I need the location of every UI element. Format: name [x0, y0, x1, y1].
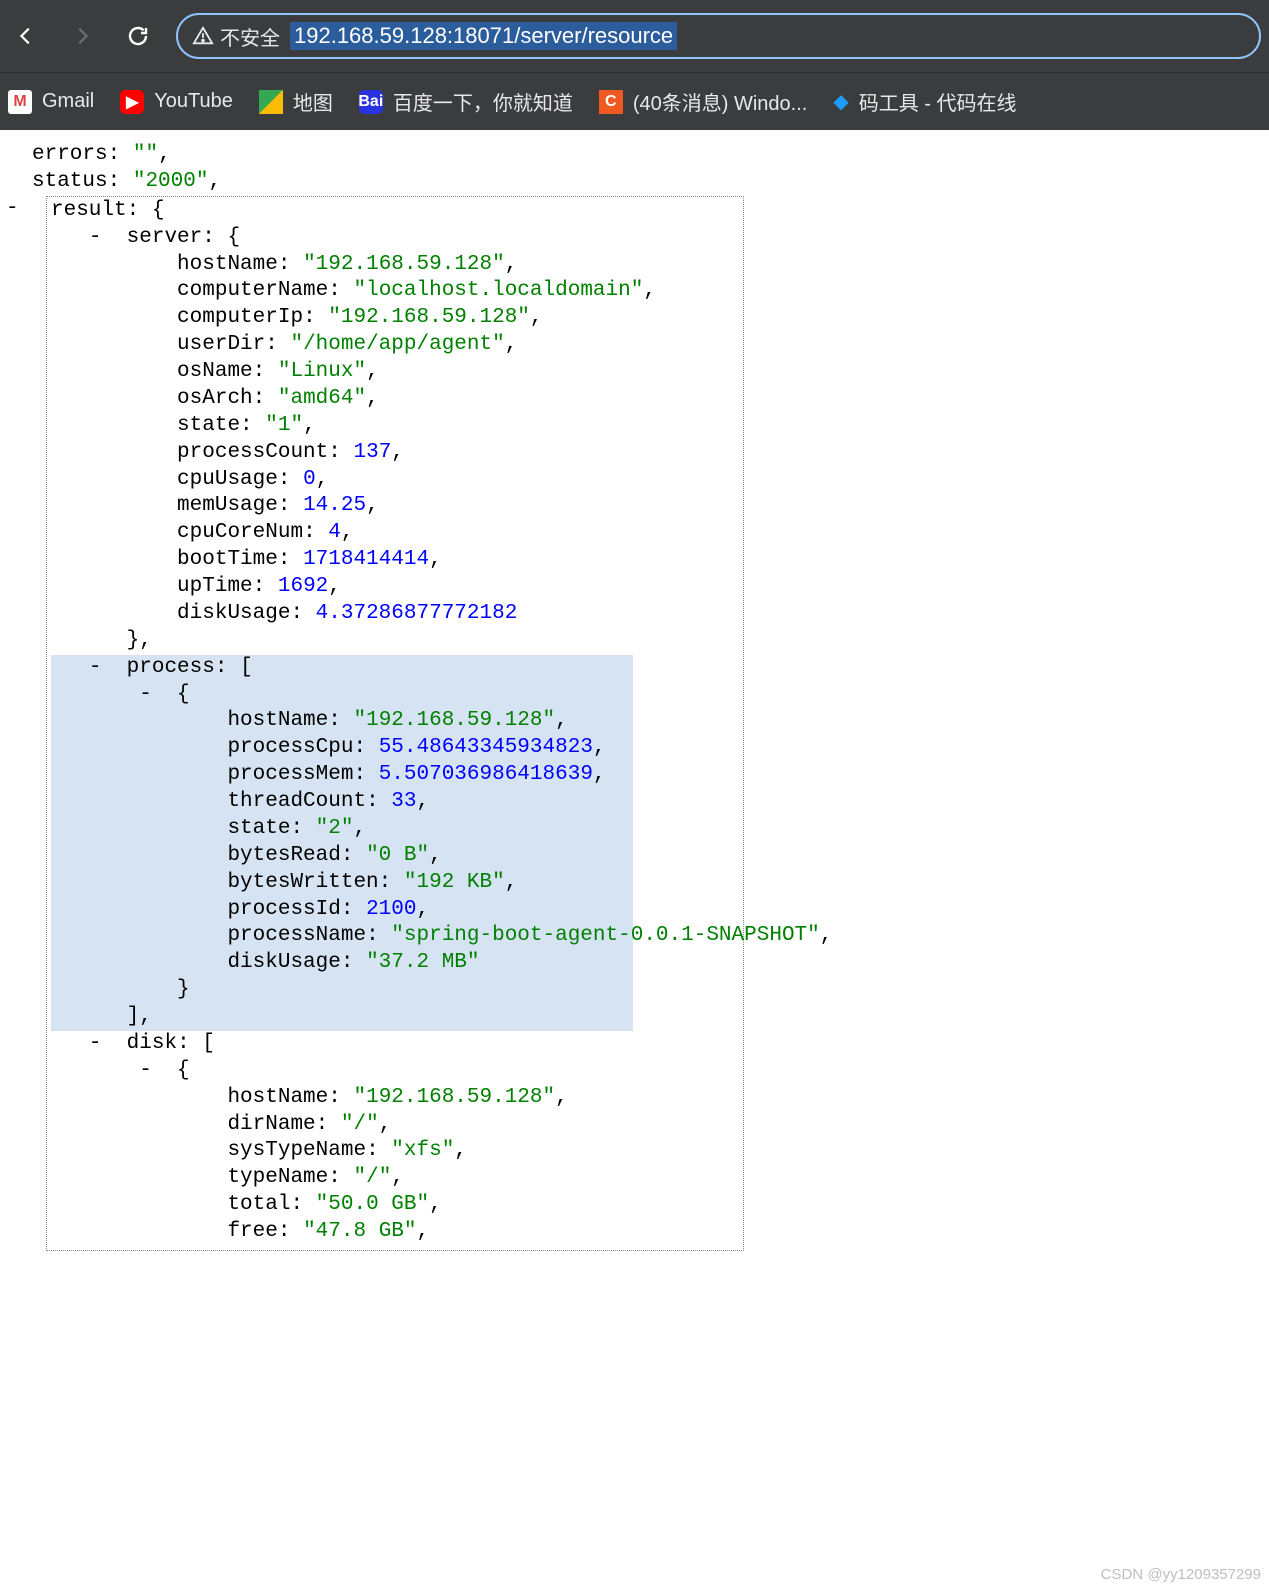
json-line: osName: "Linux",: [51, 359, 739, 386]
arrow-right-icon: [71, 25, 93, 47]
bookmark-label: Gmail: [42, 90, 94, 113]
forward-button[interactable]: [64, 18, 100, 54]
bookmark-csdn[interactable]: C (40条消息) Windo...: [599, 87, 807, 116]
json-line: memUsage: 14.25,: [51, 493, 739, 520]
json-line: processMem: 5.507036986418639,: [51, 762, 633, 789]
json-line: bytesRead: "0 B",: [51, 843, 633, 870]
baidu-icon: Bai: [359, 90, 383, 114]
json-line: ],: [51, 1004, 633, 1031]
json-line: cpuUsage: 0,: [51, 467, 739, 494]
json-line: processName: "spring-boot-agent-0.0.1-SN…: [51, 923, 633, 950]
json-line: bootTime: 1718414414,: [51, 547, 739, 574]
json-line: osArch: "amd64",: [51, 386, 739, 413]
json-line: cpuCoreNum: 4,: [51, 520, 739, 547]
address-bar[interactable]: 不安全 192.168.59.128:18071/server/resource: [176, 13, 1261, 59]
json-line: errors: "",: [32, 142, 1263, 169]
json-line: hostName: "192.168.59.128",: [51, 708, 633, 735]
collapse-toggle[interactable]: -: [89, 226, 102, 249]
youtube-icon: ▶: [120, 90, 144, 114]
json-line: threadCount: 33,: [51, 789, 633, 816]
json-line: computerName: "localhost.localdomain",: [51, 278, 739, 305]
bookmark-maps[interactable]: 地图: [259, 87, 333, 116]
json-line: processCount: 137,: [51, 440, 739, 467]
bookmarks-bar: M Gmail ▶ YouTube 地图 Bai 百度一下，你就知道 C (40…: [0, 72, 1269, 130]
gmail-icon: M: [8, 90, 32, 114]
json-line: result: {: [51, 198, 739, 225]
codetool-icon: ◆: [833, 89, 848, 114]
json-line: dirName: "/",: [51, 1112, 739, 1139]
json-viewer: errors: "", status: "2000", - result: { …: [0, 130, 1269, 1281]
warning-icon: [192, 25, 214, 47]
collapse-toggle[interactable]: -: [89, 1032, 102, 1055]
json-line: total: "50.0 GB",: [51, 1192, 739, 1219]
collapse-toggle[interactable]: -: [139, 1059, 152, 1082]
maps-icon: [259, 90, 283, 114]
json-line: state: "2",: [51, 816, 633, 843]
insecure-label: 不安全: [220, 22, 280, 51]
reload-icon: [126, 24, 150, 48]
json-line: }: [51, 977, 633, 1004]
bookmark-label: 地图: [293, 87, 333, 116]
json-line: typeName: "/",: [51, 1165, 739, 1192]
json-line: - server: {: [51, 225, 739, 252]
url-text[interactable]: 192.168.59.128:18071/server/resource: [290, 22, 677, 50]
json-line: - process: [: [51, 655, 633, 682]
insecure-indicator: 不安全: [192, 22, 280, 51]
bookmark-label: YouTube: [154, 90, 233, 113]
json-line: userDir: "/home/app/agent",: [51, 332, 739, 359]
json-line: diskUsage: 4.37286877772182: [51, 601, 739, 628]
collapse-toggle[interactable]: -: [6, 197, 19, 220]
json-line: computerIp: "192.168.59.128",: [51, 305, 739, 332]
bookmark-codetool[interactable]: ◆ 码工具 - 代码在线: [833, 87, 1016, 116]
bookmark-label: (40条消息) Windo...: [633, 87, 807, 116]
bookmark-label: 码工具 - 代码在线: [859, 87, 1017, 116]
json-line: - {: [51, 1058, 739, 1085]
json-line: status: "2000",: [32, 169, 1263, 196]
collapse-toggle[interactable]: -: [89, 656, 102, 679]
json-line: hostName: "192.168.59.128",: [51, 252, 739, 279]
json-line: processId: 2100,: [51, 897, 633, 924]
json-line: bytesWritten: "192 KB",: [51, 870, 633, 897]
json-line: free: "47.8 GB",: [51, 1219, 739, 1246]
json-line: - {: [51, 682, 633, 709]
bookmark-youtube[interactable]: ▶ YouTube: [120, 90, 233, 114]
json-line: - disk: [: [51, 1031, 739, 1058]
highlighted-block: - process: [ - { hostName: "192.168.59.1…: [51, 655, 633, 1031]
json-line: hostName: "192.168.59.128",: [51, 1085, 739, 1112]
json-line: processCpu: 55.48643345934823,: [51, 735, 633, 762]
json-line: upTime: 1692,: [51, 574, 739, 601]
collapse-toggle[interactable]: -: [139, 683, 152, 706]
json-line: state: "1",: [51, 413, 739, 440]
browser-toolbar: 不安全 192.168.59.128:18071/server/resource: [0, 0, 1269, 72]
watermark: CSDN @yy1209357299: [1101, 1566, 1261, 1583]
csdn-icon: C: [599, 90, 623, 114]
result-box: result: { - server: { hostName: "192.168…: [46, 196, 744, 1251]
back-button[interactable]: [8, 18, 44, 54]
bookmark-gmail[interactable]: M Gmail: [8, 90, 94, 114]
bookmark-baidu[interactable]: Bai 百度一下，你就知道: [359, 87, 573, 116]
bookmark-label: 百度一下，你就知道: [393, 87, 573, 116]
reload-button[interactable]: [120, 18, 156, 54]
json-line: diskUsage: "37.2 MB": [51, 950, 633, 977]
arrow-left-icon: [15, 25, 37, 47]
json-line: sysTypeName: "xfs",: [51, 1138, 739, 1165]
json-line: },: [51, 628, 739, 655]
